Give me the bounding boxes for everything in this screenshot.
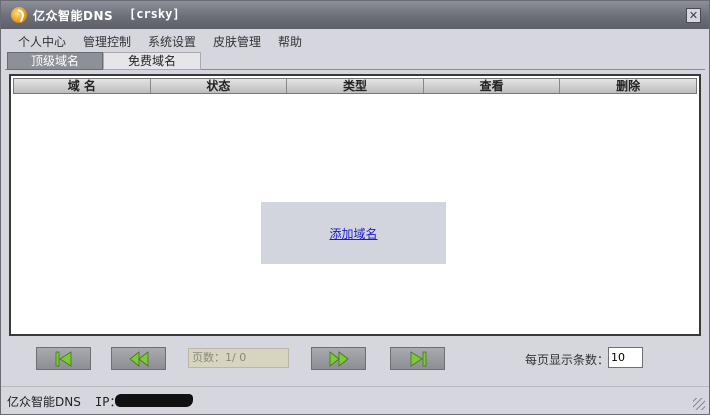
per-page-input[interactable] [608, 347, 643, 368]
column-header-type[interactable]: 类型 [287, 79, 424, 93]
app-logo-icon [11, 7, 27, 23]
next-page-icon [329, 350, 349, 367]
page-info: 页数：1/ 0 [188, 348, 289, 368]
table-header: 域 名 状态 类型 查看 删除 [13, 78, 697, 94]
status-app-name: 亿众智能DNS [7, 395, 81, 409]
app-window: 亿众智能DNS [crsky] ✕ 个人中心 管理控制 系统设置 皮肤管理 帮助… [0, 0, 710, 415]
ip-address-redacted [115, 394, 193, 407]
next-page-button[interactable] [311, 347, 366, 370]
menu-bar: 个人中心 管理控制 系统设置 皮肤管理 帮助 [1, 29, 709, 51]
close-icon[interactable]: ✕ [686, 8, 701, 23]
last-page-icon [410, 350, 426, 367]
menu-item-skin-management[interactable]: 皮肤管理 [213, 33, 261, 50]
tab-strip: 顶级域名 免费域名 [5, 52, 705, 70]
first-page-icon [55, 350, 71, 367]
menu-item-help[interactable]: 帮助 [278, 33, 302, 50]
status-bar: 亿众智能DNS IP： [1, 386, 709, 414]
first-page-button[interactable] [36, 347, 91, 370]
column-header-domain[interactable]: 域 名 [14, 79, 151, 93]
menu-item-management[interactable]: 管理控制 [83, 33, 131, 50]
last-page-button[interactable] [390, 347, 445, 370]
prev-page-button[interactable] [111, 347, 166, 370]
resize-grip-icon[interactable] [693, 398, 705, 410]
add-domain-link[interactable]: 添加域名 [329, 225, 377, 242]
column-header-status[interactable]: 状态 [150, 79, 288, 93]
add-domain-panel: 添加域名 [261, 202, 446, 264]
column-header-view[interactable]: 查看 [423, 79, 561, 93]
tab-free-domains[interactable]: 免费域名 [103, 52, 201, 70]
tab-top-level-domains[interactable]: 顶级域名 [7, 52, 103, 70]
domain-list-panel: 域 名 状态 类型 查看 删除 添加域名 [9, 74, 701, 336]
pager: 页数：1/ 0 每页显示条数： [1, 341, 709, 377]
per-page-label: 每页显示条数： [525, 353, 610, 367]
menu-item-system-settings[interactable]: 系统设置 [148, 33, 196, 50]
prev-page-icon [128, 350, 148, 367]
menu-item-personal-center[interactable]: 个人中心 [18, 33, 66, 50]
user-tag: [crsky] [129, 7, 180, 21]
app-title: 亿众智能DNS [33, 9, 114, 23]
title-bar[interactable]: 亿众智能DNS [crsky] ✕ [1, 1, 709, 29]
column-header-delete[interactable]: 删除 [560, 79, 696, 93]
